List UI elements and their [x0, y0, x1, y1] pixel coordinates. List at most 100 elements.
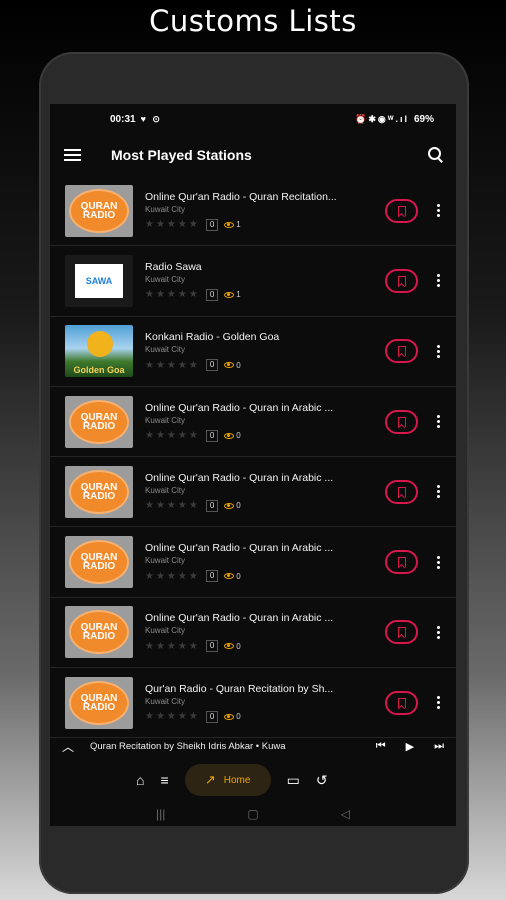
view-count: 0 — [224, 431, 241, 441]
eye-icon — [224, 221, 235, 228]
station-name: Online Qur'an Radio - Quran in Arabic ..… — [145, 401, 334, 414]
bookmark-icon — [397, 346, 406, 357]
status-bar: 00:31 ♥ ⊙ ⏰✱◉ᵂ.ıl 69% — [50, 104, 456, 134]
history-icon[interactable]: ↺ — [316, 772, 328, 789]
bookmark-button[interactable] — [385, 339, 418, 364]
rating-stars[interactable]: ★★★★★ — [145, 219, 200, 230]
bookmark-button[interactable] — [385, 409, 418, 434]
skip-next-icon[interactable]: ⏭ — [434, 740, 444, 753]
mini-player[interactable]: ︿ Quran Recitation by Sheikh Idris Abkar… — [50, 732, 456, 760]
notification-icons: ♥ ⊙ — [140, 113, 162, 124]
app-bar: Most Played Stations — [50, 134, 456, 176]
chevron-up-icon[interactable]: ︿ — [62, 738, 80, 755]
search-icon[interactable] — [428, 147, 444, 163]
rating-stars[interactable]: ★★★★★ — [145, 360, 200, 371]
play-icon[interactable]: ▶ — [406, 740, 414, 753]
station-info: Radio Sawa Kuwait City ★★★★★ 0 1 — [145, 261, 379, 301]
rating-count: 0 — [205, 359, 219, 372]
rating-stars[interactable]: ★★★★★ — [145, 289, 200, 300]
home-icon[interactable]: ▢ — [247, 807, 258, 821]
bookmark-button[interactable] — [385, 550, 418, 575]
view-count: 0 — [224, 501, 241, 511]
station-row[interactable]: QURAN RADIO Online Qur'an Radio - Quran i… — [50, 527, 456, 598]
more-options-icon[interactable] — [432, 625, 444, 639]
more-options-icon[interactable] — [432, 555, 444, 569]
radio-home-icon[interactable]: ⌂ — [136, 772, 144, 788]
rating-count: 0 — [205, 499, 219, 512]
station-row[interactable]: QURAN RADIO Qur'an Radio - Quran Recitati… — [50, 668, 456, 739]
view-count-value: 0 — [236, 360, 241, 370]
back-icon[interactable]: ◁ — [341, 807, 350, 821]
bookmark-button[interactable] — [385, 479, 418, 504]
bookmark-button[interactable] — [385, 620, 418, 645]
bookmark-button[interactable] — [385, 690, 418, 715]
station-logo: QURAN RADIO — [65, 465, 133, 518]
station-row[interactable]: QURAN RADIO Online Qur'an Radio - Quran i… — [50, 598, 456, 669]
more-options-icon[interactable] — [432, 485, 444, 499]
view-count: 0 — [224, 571, 241, 581]
station-logo: QURAN RADIO — [65, 536, 133, 589]
view-count-value: 0 — [236, 431, 241, 441]
more-options-icon[interactable] — [432, 415, 444, 429]
view-count-value: 0 — [236, 501, 241, 511]
logo-text: QURAN RADIO — [69, 188, 129, 233]
rating-stars[interactable]: ★★★★★ — [145, 500, 200, 511]
more-options-icon[interactable] — [432, 204, 444, 218]
rating-stars[interactable]: ★★★★★ — [145, 571, 200, 582]
more-options-icon[interactable] — [432, 274, 444, 288]
recents-icon[interactable]: ||| — [156, 807, 165, 821]
rating-stars[interactable]: ★★★★★ — [145, 430, 200, 441]
trending-icon: ↗ — [204, 772, 216, 787]
station-meta: ★★★★★ 0 0 — [145, 640, 379, 653]
station-meta: ★★★★★ 0 0 — [145, 710, 379, 723]
bookmark-icon — [397, 697, 406, 708]
playlist-icon[interactable]: ≡ — [160, 772, 168, 788]
view-count-value: 0 — [236, 571, 241, 581]
more-options-icon[interactable] — [432, 696, 444, 710]
app-screen: 00:31 ♥ ⊙ ⏰✱◉ᵂ.ıl 69% Most Played Statio… — [50, 104, 456, 826]
view-count-value: 1 — [236, 290, 241, 300]
eye-icon — [224, 502, 235, 509]
logo-text: QURAN RADIO — [69, 469, 129, 514]
bookmark-icon — [397, 627, 406, 638]
station-city: Kuwait City — [145, 556, 186, 566]
rating-stars[interactable]: ★★★★★ — [145, 641, 200, 652]
station-city: Kuwait City — [145, 345, 186, 355]
station-row[interactable]: Golden Goa Konkani Radio - Golden Goa Kuwa… — [50, 317, 456, 387]
station-city: Kuwait City — [145, 415, 186, 425]
sun-graphic — [87, 331, 113, 358]
hamburger-menu-icon[interactable] — [64, 149, 81, 161]
station-logo: QURAN RADIO — [65, 606, 133, 659]
station-row[interactable]: SAWA Radio Sawa Kuwait City ★★★★★ 0 1 — [50, 246, 456, 317]
view-count: 1 — [224, 290, 241, 300]
station-meta: ★★★★★ 0 0 — [145, 570, 379, 583]
station-city: Kuwait City — [145, 696, 186, 706]
rating-stars[interactable]: ★★★★★ — [145, 711, 200, 722]
bookmark-button[interactable] — [385, 198, 418, 223]
eye-icon — [224, 362, 235, 369]
status-time: 00:31 — [110, 113, 136, 125]
logo-text: QURAN RADIO — [69, 610, 129, 655]
eye-icon — [224, 713, 235, 720]
station-info: Online Qur'an Radio - Quran in Arabic ..… — [145, 472, 379, 512]
station-city: Kuwait City — [145, 485, 186, 495]
skip-previous-icon[interactable]: ⏮ — [376, 740, 386, 753]
eye-icon — [224, 643, 235, 650]
system-navigation: ||| ▢ ◁ — [50, 802, 456, 826]
station-city: Kuwait City — [145, 204, 186, 214]
station-row[interactable]: QURAN RADIO Online Qur'an Radio - Quran i… — [50, 387, 456, 458]
station-logo: Golden Goa — [65, 325, 133, 378]
folder-icon[interactable]: ▭ — [287, 772, 300, 789]
bookmark-icon — [397, 486, 406, 497]
logo-text: QURAN RADIO — [69, 680, 129, 725]
now-playing-text: Quran Recitation by Sheikh Idris Abkar •… — [90, 740, 286, 752]
station-meta: ★★★★★ 0 1 — [145, 288, 379, 301]
station-info: Online Qur'an Radio - Quran in Arabic ..… — [145, 542, 379, 583]
station-row[interactable]: QURAN RADIO Online Qur'an Radio - Quran R… — [50, 176, 456, 247]
more-options-icon[interactable] — [432, 344, 444, 358]
bookmark-button[interactable] — [385, 268, 418, 293]
nav-home-tab[interactable]: ↗ Home — [184, 764, 271, 796]
station-row[interactable]: QURAN RADIO Online Qur'an Radio - Quran i… — [50, 457, 456, 528]
station-name: Online Qur'an Radio - Quran in Arabic ..… — [145, 612, 334, 625]
battery-level: 69% — [413, 113, 434, 125]
